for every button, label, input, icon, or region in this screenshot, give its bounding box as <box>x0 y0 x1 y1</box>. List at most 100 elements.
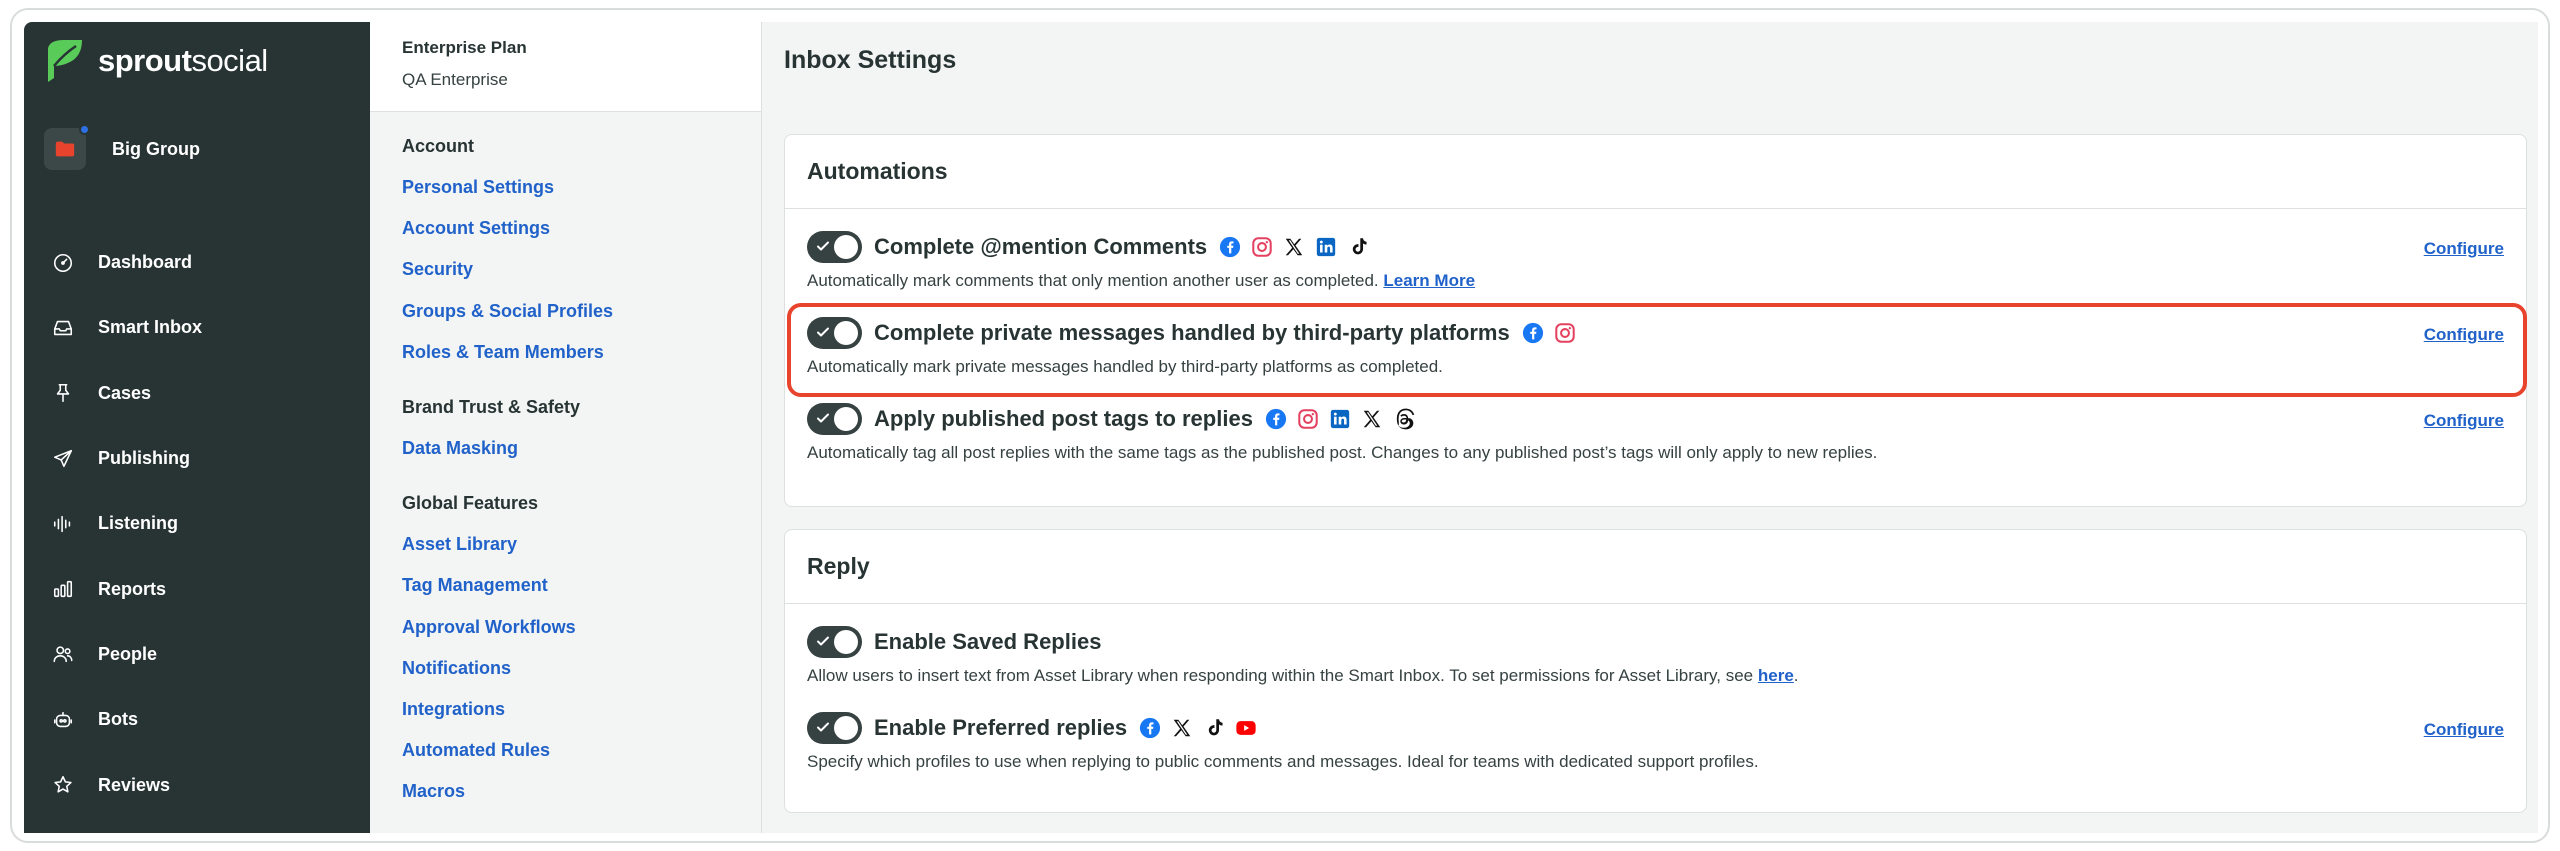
settings-link-integrations[interactable]: Integrations <box>370 689 761 730</box>
x-icon <box>1171 717 1193 739</box>
reply-row-saved-replies: Enable Saved Replies Allow users to inse… <box>785 622 2526 686</box>
row-title: Enable Preferred replies <box>874 715 1128 740</box>
plan-subtitle: QA Enterprise <box>402 70 508 89</box>
row-description: Allow users to insert text from Asset Li… <box>807 666 1799 685</box>
learn-more-link[interactable]: Learn More <box>1383 271 1475 290</box>
facebook-icon <box>1265 408 1287 430</box>
settings-link-security[interactable]: Security <box>370 249 761 290</box>
sprout-leaf-icon <box>48 40 82 82</box>
sound-wave-icon <box>52 513 74 535</box>
nav-item-reviews[interactable]: Reviews <box>24 752 370 817</box>
tiktok-icon <box>1347 236 1369 258</box>
nav-item-cases[interactable]: Cases <box>24 361 370 426</box>
row-description: Specify which profiles to use when reply… <box>807 752 1759 771</box>
check-icon <box>816 634 830 648</box>
dashboard-gauge-icon <box>52 252 74 274</box>
people-icon <box>52 643 74 665</box>
nav-item-people[interactable]: People <box>24 622 370 687</box>
row-title: Complete private messages handled by thi… <box>874 320 1510 345</box>
configure-link[interactable]: Configure <box>2424 720 2504 740</box>
pin-icon <box>52 382 74 404</box>
network-icons <box>1265 408 1425 430</box>
network-icons <box>1219 236 1379 258</box>
check-icon <box>816 720 830 734</box>
settings-section-account: Account <box>402 136 474 156</box>
nav-label: Publishing <box>98 448 190 469</box>
plan-info: Enterprise Plan QA Enterprise <box>370 22 761 112</box>
paper-plane-icon <box>52 448 74 470</box>
configure-link[interactable]: Configure <box>2424 325 2504 345</box>
private-messages-toggle[interactable] <box>807 317 862 349</box>
saved-replies-toggle[interactable] <box>807 626 862 658</box>
main-sidebar: sproutsocial Big Group Dashboard Smart I… <box>24 22 370 833</box>
configure-link[interactable]: Configure <box>2424 239 2504 259</box>
threads-icon <box>1393 408 1415 430</box>
check-icon <box>816 325 830 339</box>
instagram-icon <box>1297 408 1319 430</box>
row-title: Complete @mention Comments <box>874 234 1208 259</box>
settings-link-data-masking[interactable]: Data Masking <box>370 428 761 469</box>
instagram-icon <box>1554 322 1576 344</box>
settings-link-macros[interactable]: Macros <box>370 771 761 812</box>
nav-item-dashboard[interactable]: Dashboard <box>24 230 370 295</box>
nav-item-bots[interactable]: Bots <box>24 687 370 752</box>
settings-link-personal-settings[interactable]: Personal Settings <box>370 167 761 208</box>
reply-card: Reply Enable Saved Replies Allow users t… <box>784 529 2527 813</box>
group-avatar <box>44 124 90 170</box>
primary-nav: Dashboard Smart Inbox Cases Publishing L… <box>24 230 370 818</box>
automation-row-post-tags: Apply published post tags to replies Con… <box>785 399 2526 463</box>
facebook-icon <box>1522 322 1544 344</box>
bot-icon <box>52 709 74 731</box>
row-description: Automatically mark comments that only me… <box>807 271 1476 290</box>
folder-icon <box>55 141 75 157</box>
facebook-icon <box>1219 236 1241 258</box>
bar-chart-icon <box>52 578 74 600</box>
row-title: Enable Saved Replies <box>874 629 1102 654</box>
nav-label: Dashboard <box>98 252 193 273</box>
inbox-tray-icon <box>52 317 74 339</box>
automations-heading: Automations <box>785 135 2526 209</box>
automation-row-private-messages: Complete private messages handled by thi… <box>785 313 2526 377</box>
settings-link-roles-team-members[interactable]: Roles & Team Members <box>370 332 761 373</box>
sprout-social-logo[interactable]: sproutsocial <box>44 38 268 84</box>
nav-item-publishing[interactable]: Publishing <box>24 426 370 491</box>
nav-label: Bots <box>98 709 138 730</box>
reply-heading: Reply <box>785 530 2526 604</box>
nav-label: Reviews <box>98 774 171 795</box>
instagram-icon <box>1251 236 1273 258</box>
settings-link-account-settings[interactable]: Account Settings <box>370 208 761 249</box>
group-name: Big Group <box>112 138 200 159</box>
settings-link-automated-rules[interactable]: Automated Rules <box>370 730 761 771</box>
nav-label: Smart Inbox <box>98 317 203 338</box>
nav-item-listening[interactable]: Listening <box>24 491 370 556</box>
star-icon <box>52 774 74 796</box>
configure-link[interactable]: Configure <box>2424 411 2504 431</box>
nav-label: People <box>98 643 158 664</box>
group-switcher[interactable]: Big Group <box>44 124 200 170</box>
settings-link-groups-social-profiles[interactable]: Groups & Social Profiles <box>370 291 761 332</box>
x-icon <box>1361 408 1383 430</box>
app: sproutsocial Big Group Dashboard Smart I… <box>24 22 2538 833</box>
settings-section-brand-trust: Brand Trust & Safety <box>402 396 581 417</box>
settings-link-asset-library[interactable]: Asset Library <box>370 524 761 565</box>
nav-item-reports[interactable]: Reports <box>24 556 370 621</box>
row-title: Apply published post tags to replies <box>874 406 1253 431</box>
post-tags-toggle[interactable] <box>807 403 862 435</box>
brand-wordmark: sproutsocial <box>98 43 268 78</box>
settings-link-notifications[interactable]: Notifications <box>370 648 761 689</box>
check-icon <box>816 239 830 253</box>
preferred-replies-toggle[interactable] <box>807 712 862 744</box>
nav-item-smart-inbox[interactable]: Smart Inbox <box>24 295 370 360</box>
nav-label: Reports <box>98 578 167 599</box>
row-description: Automatically mark private messages hand… <box>807 357 1443 376</box>
automation-row-mention-comments: Complete @mention Comments Configure Aut… <box>785 227 2526 291</box>
settings-link-approval-workflows[interactable]: Approval Workflows <box>370 607 761 648</box>
mention-comments-toggle[interactable] <box>807 231 862 263</box>
here-link[interactable]: here <box>1758 666 1794 685</box>
network-icons <box>1522 322 1586 344</box>
facebook-icon <box>1139 717 1161 739</box>
settings-link-tag-management[interactable]: Tag Management <box>370 565 761 606</box>
x-icon <box>1283 236 1305 258</box>
notification-dot <box>79 124 90 135</box>
window-frame: sproutsocial Big Group Dashboard Smart I… <box>10 8 2550 843</box>
